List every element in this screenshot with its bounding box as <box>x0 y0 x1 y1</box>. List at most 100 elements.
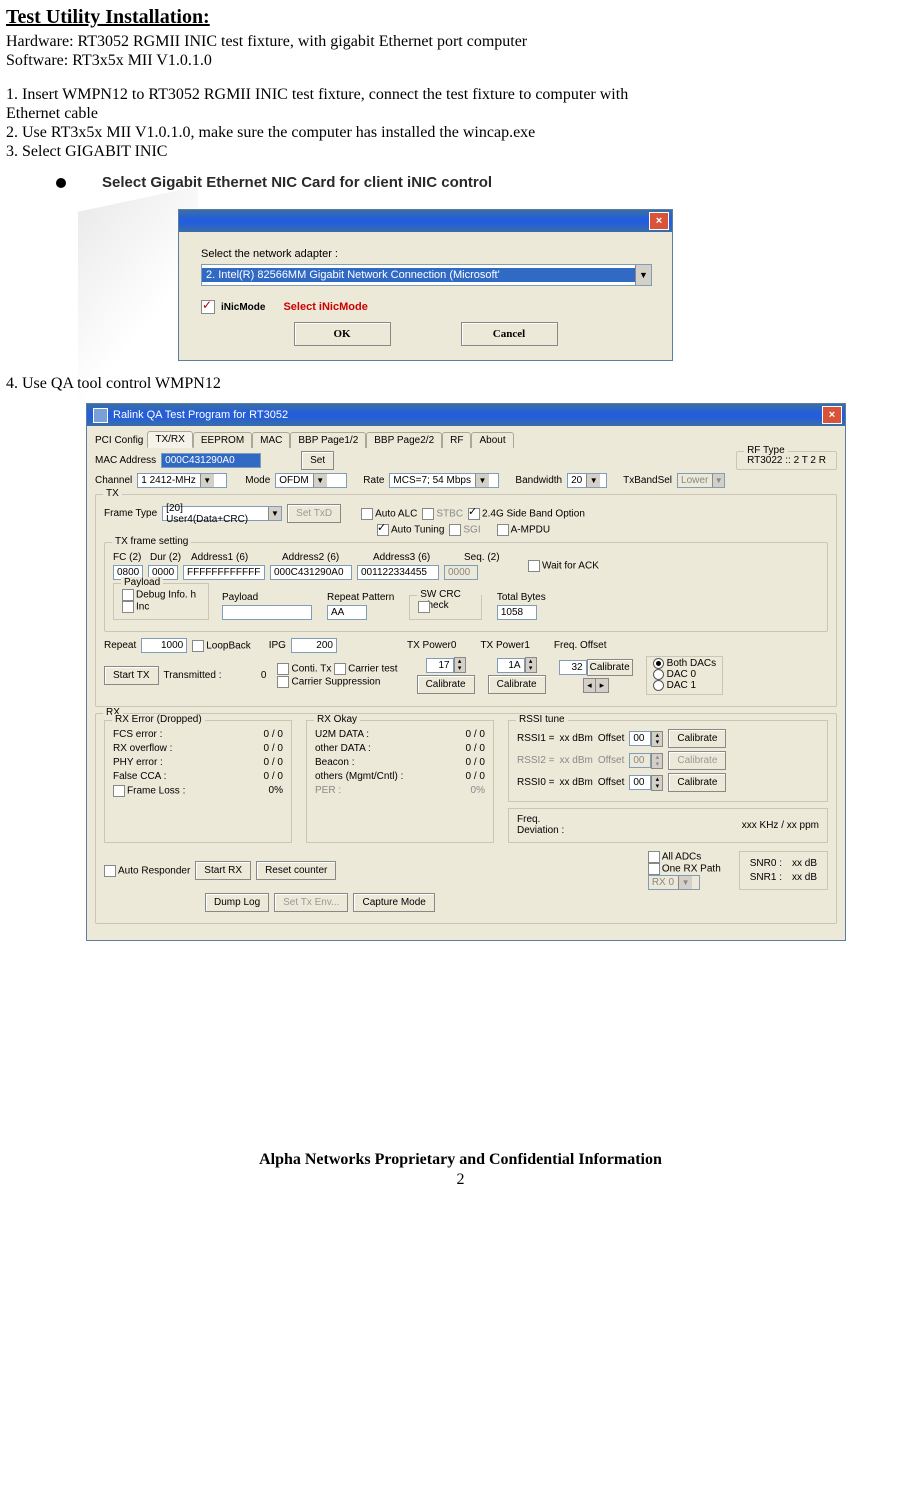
rate-combo[interactable]: MCS=7; 54 Mbps▼ <box>389 473 499 488</box>
tab-mac[interactable]: MAC <box>252 432 290 448</box>
carriersup-checkbox[interactable] <box>277 676 289 688</box>
a1-field[interactable]: FFFFFFFFFFFF <box>183 565 265 580</box>
inc-label: Inc <box>136 602 149 613</box>
autoresp-checkbox[interactable] <box>104 865 116 877</box>
tab-txrx[interactable]: TX/RX <box>147 431 192 448</box>
repeatpat-field[interactable]: AA <box>327 605 367 620</box>
calibrate-p1-button[interactable]: Calibrate <box>488 675 546 694</box>
a3-field[interactable]: 001122334455 <box>357 565 439 580</box>
calibrate-rssi0-button[interactable]: Calibrate <box>668 773 726 792</box>
dac-both-radio[interactable] <box>653 658 664 669</box>
a1-label: Address1 (6) <box>191 552 277 563</box>
dur-label: Dur (2) <box>150 552 186 563</box>
chevron-down-icon[interactable]: ▼ <box>200 474 214 487</box>
ok-button[interactable]: OK <box>294 322 391 346</box>
others-value: 0 / 0 <box>466 771 485 782</box>
dac1-radio[interactable] <box>653 680 664 691</box>
adapter-selected: 2. Intel(R) 82566MM Gigabit Network Conn… <box>202 268 635 282</box>
bandwidth-label: Bandwidth <box>515 475 562 486</box>
close-icon[interactable]: × <box>822 406 842 424</box>
totalbytes-field[interactable]: 1058 <box>497 605 537 620</box>
seq-label: Seq. (2) <box>464 552 504 563</box>
falsecca-label: False CCA : <box>113 771 166 782</box>
freqdev-group: Freq. Deviation : xxx KHz / xx ppm <box>508 808 828 843</box>
dumplog-button[interactable]: Dump Log <box>205 893 269 912</box>
ipg-field[interactable]: 200 <box>291 638 337 653</box>
offset0-field[interactable]: 00 <box>629 775 651 790</box>
calibrate-rssi1-button[interactable]: Calibrate <box>668 729 726 748</box>
step-3: 3. Select GIGABIT INIC <box>6 143 915 161</box>
stbc-label: STBC <box>436 508 463 519</box>
inc-checkbox[interactable] <box>122 601 134 613</box>
resetcnt-button[interactable]: Reset counter <box>256 861 336 880</box>
alladcs-checkbox[interactable] <box>648 851 660 863</box>
autotuning-checkbox[interactable] <box>377 524 389 536</box>
tab-eeprom[interactable]: EEPROM <box>193 432 252 448</box>
chevron-down-icon[interactable]: ▼ <box>313 474 327 487</box>
other-label: other DATA : <box>315 743 371 754</box>
txp1-spinner[interactable]: ▴▾ <box>525 657 537 673</box>
phyerr-value: 0 / 0 <box>264 757 283 768</box>
chevron-down-icon[interactable]: ▼ <box>635 265 651 285</box>
tab-rf[interactable]: RF <box>442 432 471 448</box>
loopback-checkbox[interactable] <box>192 640 204 652</box>
capture-button[interactable]: Capture Mode <box>353 893 434 912</box>
mode-label: Mode <box>245 475 270 486</box>
onerx-checkbox[interactable] <box>648 863 660 875</box>
conti-checkbox[interactable] <box>277 663 289 675</box>
channel-combo[interactable]: 1 2412-MHz▼ <box>137 473 227 488</box>
txbandsel-label: TxBandSel <box>623 475 672 486</box>
frameloss-checkbox[interactable] <box>113 785 125 797</box>
calibrate-freq-button[interactable]: Calibrate <box>587 659 633 676</box>
channel-label: Channel <box>95 475 132 486</box>
freqoff-field[interactable]: 32 <box>559 660 587 675</box>
carrier-checkbox[interactable] <box>334 663 346 675</box>
bandwidth-combo[interactable]: 20▼ <box>567 473 607 488</box>
repeat-field[interactable]: 1000 <box>141 638 187 653</box>
offset1-spinner[interactable]: ▴▾ <box>651 731 663 747</box>
txp1-field[interactable]: 1A <box>497 658 525 673</box>
alladcs-label: All ADCs <box>662 852 701 863</box>
ampdu-checkbox[interactable] <box>497 524 509 536</box>
payload-field[interactable] <box>222 605 312 620</box>
adapter-dialog: × Select the network adapter : 2. Intel(… <box>178 209 673 361</box>
calibrate-p0-button[interactable]: Calibrate <box>417 675 475 694</box>
page-title: Test Utility Installation: <box>6 6 915 29</box>
swcrc-group: SW CRC Check SW CRC <box>409 595 482 620</box>
tab-bbp1[interactable]: BBP Page1/2 <box>290 432 366 448</box>
offset1-field[interactable]: 00 <box>629 731 651 746</box>
tx-legend: TX <box>103 488 122 499</box>
cancel-button[interactable]: Cancel <box>461 322 558 346</box>
dialog-titlebar: × <box>179 210 672 232</box>
mode-combo[interactable]: OFDM▼ <box>275 473 347 488</box>
sideband-checkbox[interactable] <box>468 508 480 520</box>
adapter-combobox[interactable]: 2. Intel(R) 82566MM Gigabit Network Conn… <box>201 264 652 286</box>
inicmode-checkbox[interactable] <box>201 300 215 314</box>
set-button[interactable]: Set <box>301 451 334 470</box>
offset0-spinner[interactable]: ▴▾ <box>651 775 663 791</box>
frametype-combo[interactable]: [20] User4(Data+CRC)▼ <box>162 506 282 521</box>
tab-about[interactable]: About <box>471 432 513 448</box>
tx-group: TX Frame Type [20] User4(Data+CRC)▼ Set … <box>95 494 837 707</box>
app-icon <box>93 408 108 423</box>
starttx-button[interactable]: Start TX <box>104 666 159 685</box>
close-icon[interactable]: × <box>649 212 669 230</box>
freqoff-slider[interactable]: ◂▸ <box>583 678 609 693</box>
dac0-radio[interactable] <box>653 669 664 680</box>
chevron-down-icon[interactable]: ▼ <box>268 507 282 520</box>
a2-field[interactable]: 000C431290A0 <box>270 565 352 580</box>
waitack-checkbox[interactable] <box>528 560 540 572</box>
transmitted-label: Transmitted : <box>164 670 222 681</box>
dac1-label: DAC 1 <box>667 680 696 691</box>
rssi-group: RSSI tune RSSI1 =xx dBmOffset00▴▾Calibra… <box>508 720 828 802</box>
tab-bbp2[interactable]: BBP Page2/2 <box>366 432 442 448</box>
txp0-spinner[interactable]: ▴▾ <box>454 657 466 673</box>
macaddr-field[interactable]: 000C431290A0 <box>161 453 261 468</box>
dbginfo-checkbox[interactable] <box>122 589 134 601</box>
startrx-button[interactable]: Start RX <box>195 861 251 880</box>
calibrate-rssi2-button: Calibrate <box>668 751 726 770</box>
chevron-down-icon[interactable]: ▼ <box>475 474 489 487</box>
chevron-down-icon[interactable]: ▼ <box>586 474 600 487</box>
autoalc-checkbox[interactable] <box>361 508 373 520</box>
txp0-field[interactable]: 17 <box>426 658 454 673</box>
